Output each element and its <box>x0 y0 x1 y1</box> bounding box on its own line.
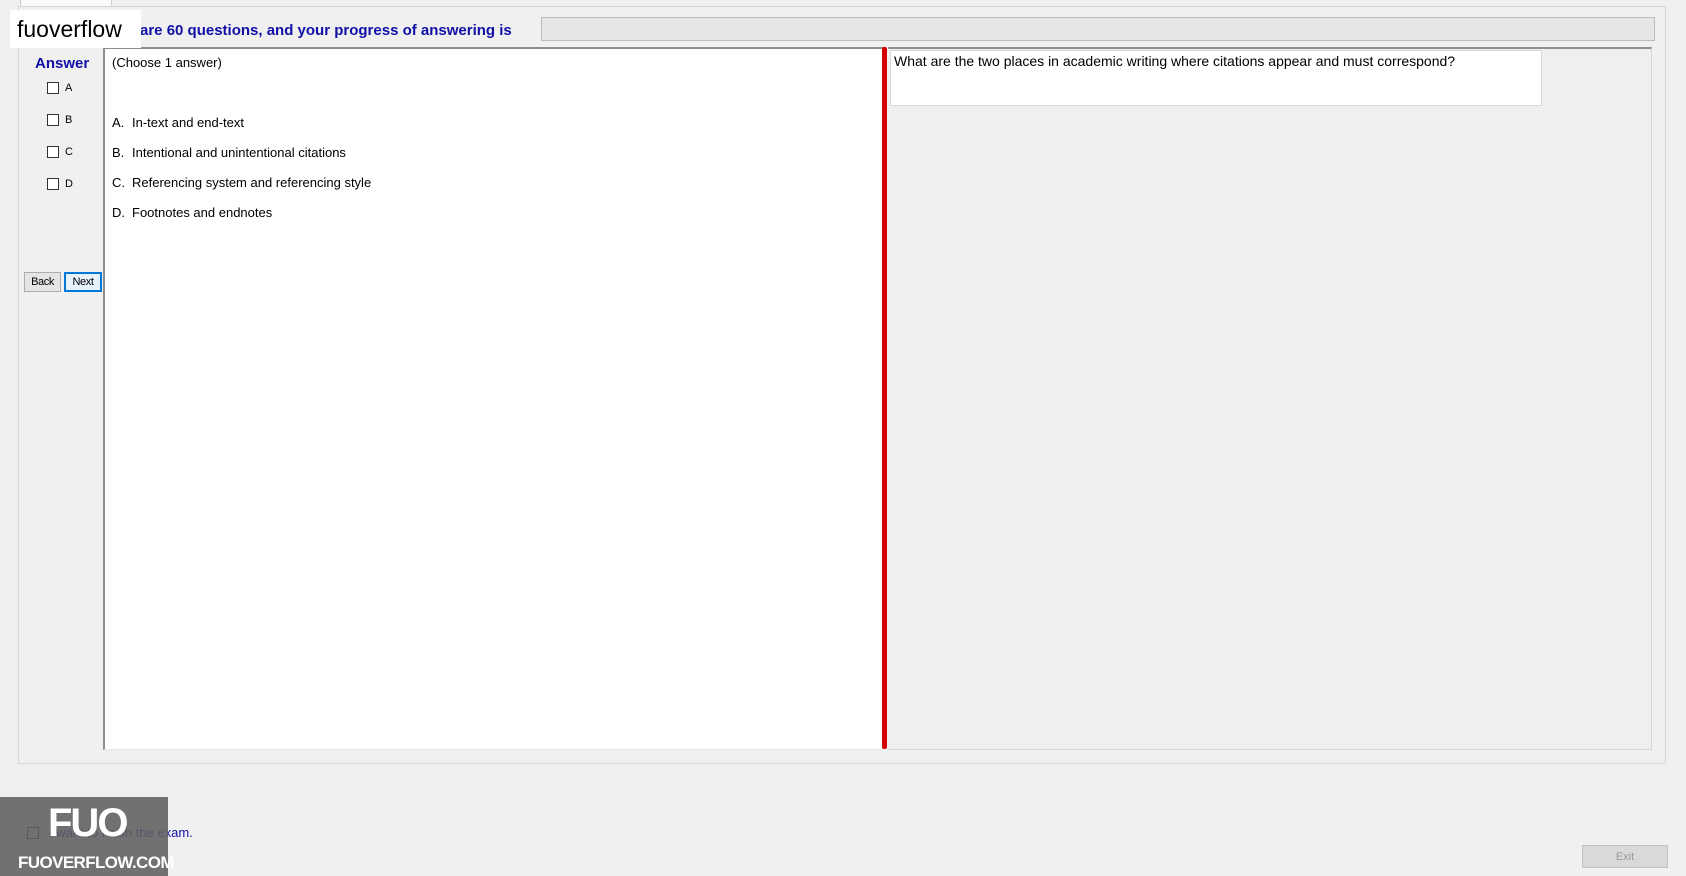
exit-button[interactable]: Exit <box>1582 845 1668 868</box>
watermark-logo-big: FUO <box>48 801 128 845</box>
progress-bar <box>541 17 1655 41</box>
answer-c-checkbox[interactable] <box>47 146 59 158</box>
answer-option-b[interactable]: B <box>47 112 72 128</box>
watermark-logo: FUO FUOVERFLOW.COM <box>0 797 175 876</box>
answer-a-checkbox[interactable] <box>47 82 59 94</box>
choice-item-b: B. Intentional and unintentional citation… <box>112 145 346 160</box>
answer-option-label: D <box>65 178 73 190</box>
watermark-site-name: fuoverflow <box>10 10 141 48</box>
question-text: What are the two places in academic writ… <box>894 53 1456 69</box>
answer-heading: Answer <box>35 55 90 72</box>
choice-letter: B. <box>112 145 125 160</box>
choice-text: In-text and end-text <box>132 115 245 130</box>
choice-text: Referencing system and referencing style <box>132 175 372 190</box>
panel-splitter[interactable] <box>882 47 887 749</box>
answer-option-label: A <box>65 82 73 94</box>
choice-text: Intentional and unintentional citations <box>132 145 346 160</box>
choice-item-c: C. Referencing system and referencing sty… <box>112 175 371 190</box>
choice-item-d: D. Footnotes and endnotes <box>112 205 272 220</box>
next-button[interactable]: Next <box>64 272 102 292</box>
answer-option-d[interactable]: D <box>47 176 73 192</box>
answer-option-a[interactable]: A <box>47 80 72 96</box>
choice-letter: C. <box>112 175 125 190</box>
question-area: What are the two places in academic writ… <box>888 47 1652 750</box>
choice-item-a: A. In-text and end-text <box>112 115 244 130</box>
answer-option-label: B <box>65 114 73 126</box>
question-box: What are the two places in academic writ… <box>890 50 1542 106</box>
answer-option-c[interactable]: C <box>47 144 73 160</box>
answer-panel: Answer A B C D <box>23 48 103 748</box>
answer-b-checkbox[interactable] <box>47 114 59 126</box>
choices-panel: (Choose 1 answer) A. In-text and end-text… <box>103 47 883 750</box>
watermark-logo-small: FUOVERFLOW.COM <box>18 853 175 872</box>
choice-text: Footnotes and endnotes <box>132 205 273 220</box>
choice-letter: D. <box>112 205 125 220</box>
choose-hint: (Choose 1 answer) <box>112 55 222 70</box>
answer-d-checkbox[interactable] <box>47 178 59 190</box>
choice-letter: A. <box>112 115 125 130</box>
answer-option-label: C <box>65 146 73 158</box>
progress-label: are 60 questions, and your progress of a… <box>140 22 512 39</box>
back-button[interactable]: Back <box>24 272 61 292</box>
